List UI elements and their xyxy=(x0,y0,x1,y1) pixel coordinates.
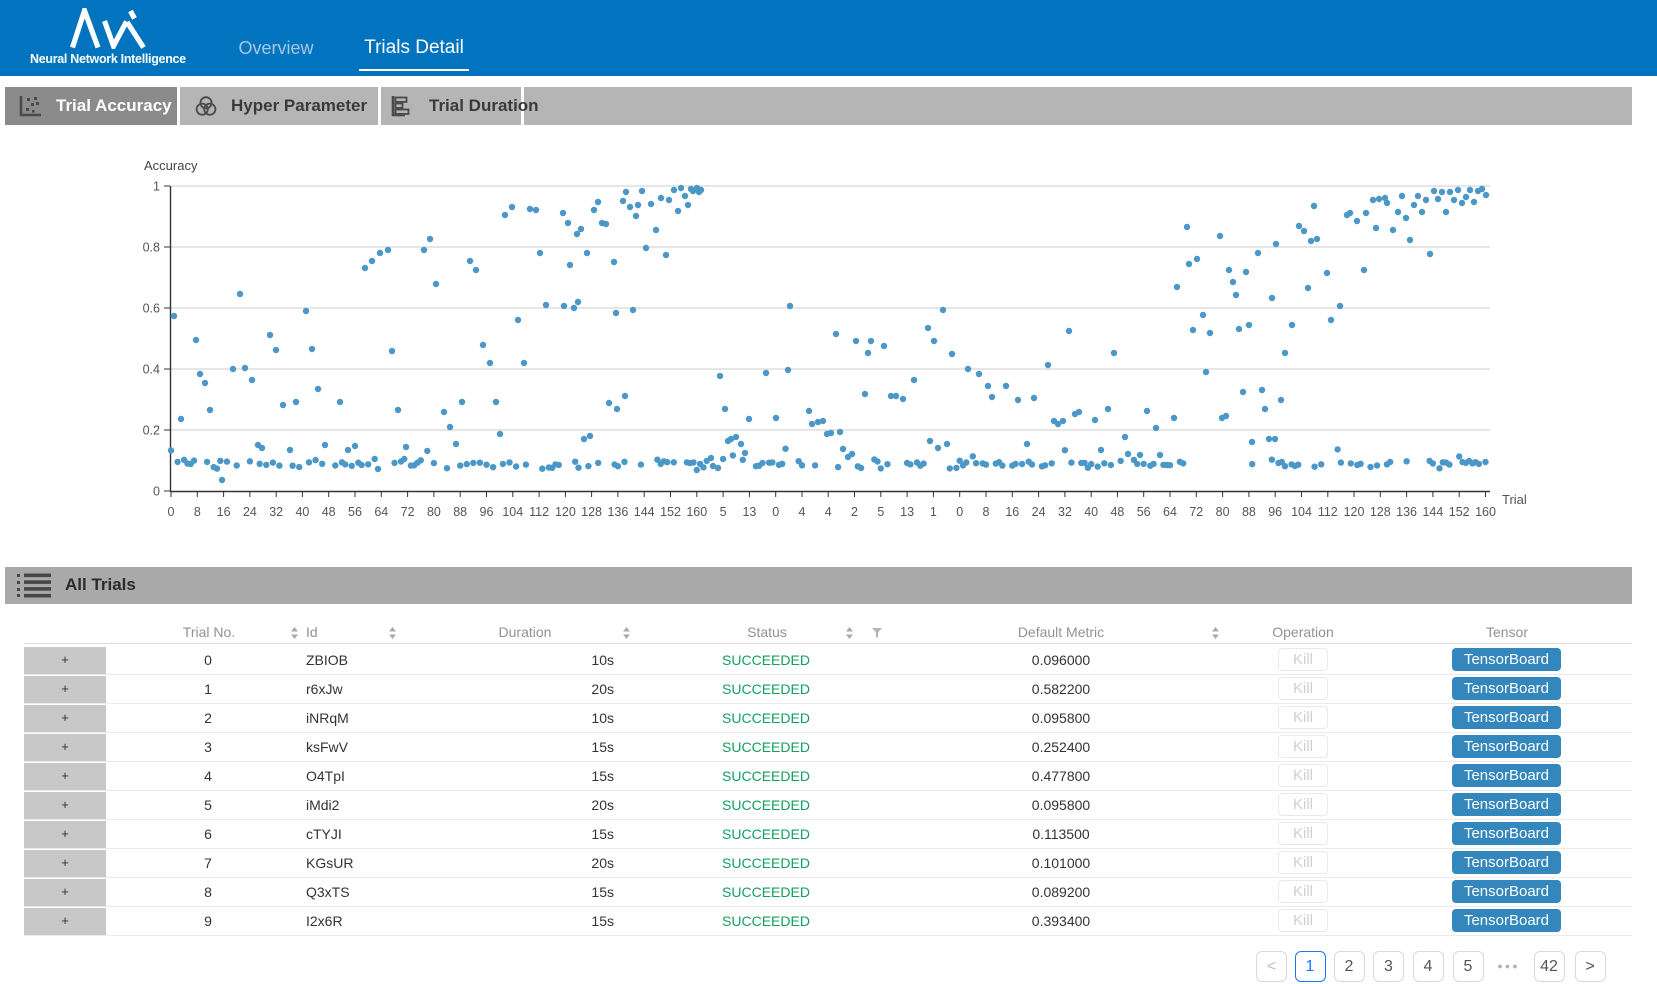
svg-text:24: 24 xyxy=(1032,505,1046,519)
svg-text:0: 0 xyxy=(956,505,963,519)
svg-text:104: 104 xyxy=(1291,505,1312,519)
svg-text:48: 48 xyxy=(322,505,336,519)
svg-text:0: 0 xyxy=(153,485,160,499)
svg-text:13: 13 xyxy=(742,505,756,519)
svg-text:40: 40 xyxy=(1084,505,1098,519)
svg-text:120: 120 xyxy=(1344,505,1365,519)
svg-text:64: 64 xyxy=(1163,505,1177,519)
svg-text:136: 136 xyxy=(1396,505,1417,519)
svg-text:0.6: 0.6 xyxy=(143,302,160,316)
svg-text:160: 160 xyxy=(686,505,707,519)
svg-text:1: 1 xyxy=(153,180,160,194)
svg-text:1: 1 xyxy=(930,505,937,519)
svg-text:96: 96 xyxy=(1268,505,1282,519)
svg-text:0: 0 xyxy=(168,505,175,519)
svg-text:16: 16 xyxy=(1005,505,1019,519)
svg-text:16: 16 xyxy=(217,505,231,519)
svg-text:13: 13 xyxy=(900,505,914,519)
svg-text:0: 0 xyxy=(772,505,779,519)
svg-text:8: 8 xyxy=(194,505,201,519)
svg-text:0.4: 0.4 xyxy=(143,363,160,377)
svg-text:32: 32 xyxy=(1058,505,1072,519)
svg-text:64: 64 xyxy=(374,505,388,519)
svg-text:2: 2 xyxy=(851,505,858,519)
svg-text:128: 128 xyxy=(581,505,602,519)
svg-text:152: 152 xyxy=(660,505,681,519)
svg-text:5: 5 xyxy=(877,505,884,519)
svg-text:160: 160 xyxy=(1475,505,1496,519)
svg-text:152: 152 xyxy=(1449,505,1470,519)
svg-text:32: 32 xyxy=(269,505,283,519)
svg-text:104: 104 xyxy=(502,505,523,519)
svg-text:88: 88 xyxy=(453,505,467,519)
svg-text:56: 56 xyxy=(1137,505,1151,519)
svg-text:56: 56 xyxy=(348,505,362,519)
svg-text:144: 144 xyxy=(634,505,655,519)
svg-text:5: 5 xyxy=(720,505,727,519)
svg-text:72: 72 xyxy=(401,505,415,519)
svg-text:80: 80 xyxy=(427,505,441,519)
svg-text:88: 88 xyxy=(1242,505,1256,519)
svg-text:128: 128 xyxy=(1370,505,1391,519)
svg-text:112: 112 xyxy=(529,505,549,519)
svg-text:136: 136 xyxy=(607,505,628,519)
svg-text:72: 72 xyxy=(1189,505,1203,519)
svg-text:4: 4 xyxy=(799,505,806,519)
svg-text:96: 96 xyxy=(480,505,494,519)
svg-text:0.2: 0.2 xyxy=(143,424,160,438)
svg-text:80: 80 xyxy=(1216,505,1230,519)
svg-text:144: 144 xyxy=(1422,505,1443,519)
svg-text:40: 40 xyxy=(295,505,309,519)
svg-text:112: 112 xyxy=(1318,505,1338,519)
svg-text:8: 8 xyxy=(983,505,990,519)
svg-text:4: 4 xyxy=(825,505,832,519)
svg-text:48: 48 xyxy=(1110,505,1124,519)
svg-text:120: 120 xyxy=(555,505,576,519)
svg-text:0.8: 0.8 xyxy=(143,241,160,255)
svg-text:24: 24 xyxy=(243,505,257,519)
